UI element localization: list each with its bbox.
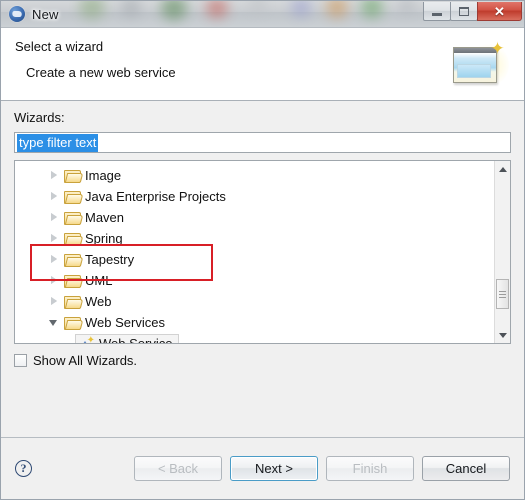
filter-input[interactable]: type filter text <box>14 132 511 153</box>
new-wizard-dialog: New ✕ Select a wizard Create a new web s… <box>0 0 525 500</box>
scroll-down-icon[interactable] <box>495 327 510 343</box>
tree-item-label: UML <box>85 273 113 288</box>
checkbox-box[interactable] <box>14 354 27 367</box>
chevron-right-icon[interactable] <box>49 191 60 202</box>
tree-item-selection: ✦ Web Service <box>75 334 180 343</box>
new-wizard-banner-icon: ✦ <box>449 39 511 91</box>
tree-item-spring[interactable]: Spring <box>15 228 494 249</box>
show-all-wizards-label: Show All Wizards. <box>33 353 138 368</box>
tree-item-label: Image <box>85 168 122 183</box>
window-controls: ✕ <box>423 2 522 21</box>
tree-item-label: Maven <box>85 210 125 225</box>
wizard-body: Wizards: type filter text Image Java Ent… <box>1 101 524 437</box>
sparkle-icon: ✦ <box>490 39 505 58</box>
tree-scrollbar[interactable] <box>494 161 510 343</box>
folder-icon <box>64 169 81 183</box>
tree-item-web[interactable]: Web <box>15 291 494 312</box>
chevron-down-icon[interactable] <box>49 317 60 328</box>
tree-item-uml[interactable]: UML <box>15 270 494 291</box>
maximize-icon <box>459 6 469 16</box>
title-bar: New ✕ <box>1 1 524 28</box>
tree-item-label: Web <box>85 294 112 309</box>
scrollbar-thumb[interactable] <box>496 279 509 309</box>
folder-icon <box>64 253 81 267</box>
show-all-wizards-checkbox[interactable]: Show All Wizards. <box>14 353 511 368</box>
tree-item-label: Java Enterprise Projects <box>85 189 226 204</box>
page-title: Select a wizard <box>15 39 104 54</box>
tree-item-image[interactable]: Image <box>15 165 494 186</box>
chevron-right-icon[interactable] <box>49 296 60 307</box>
minimize-button[interactable] <box>423 2 451 21</box>
tree-item-web-services[interactable]: Web Services <box>15 312 494 333</box>
filter-input-value: type filter text <box>17 133 99 152</box>
maximize-button[interactable] <box>450 2 478 21</box>
help-icon[interactable]: ? <box>15 460 32 477</box>
chevron-right-icon[interactable] <box>49 233 60 244</box>
folder-icon <box>64 295 81 309</box>
page-description: Create a new web service <box>26 65 176 80</box>
eclipse-icon <box>9 6 25 22</box>
dialog-button-bar: ? < Back Next > Finish Cancel <box>1 437 524 499</box>
wizard-tree-rows: Image Java Enterprise Projects Maven Spr… <box>15 161 494 343</box>
wizard-icon: ✦ <box>78 334 95 343</box>
back-button[interactable]: < Back <box>134 456 222 481</box>
chevron-right-icon[interactable] <box>49 275 60 286</box>
tree-item-java-enterprise-projects[interactable]: Java Enterprise Projects <box>15 186 494 207</box>
folder-icon <box>64 274 81 288</box>
chevron-right-icon[interactable] <box>49 170 60 181</box>
sparkle-icon: ✦ <box>86 334 95 343</box>
tree-item-label: Web Service <box>99 336 172 343</box>
tree-item-tapestry[interactable]: Tapestry <box>15 249 494 270</box>
tree-item-web-service[interactable]: ✦ Web Service <box>15 333 494 343</box>
dialog-buttons: < Back Next > Finish Cancel <box>134 456 510 481</box>
minimize-icon <box>432 12 442 16</box>
wizards-label: Wizards: <box>14 110 65 125</box>
cancel-button[interactable]: Cancel <box>422 456 510 481</box>
folder-icon <box>64 232 81 246</box>
folder-open-icon <box>64 316 81 330</box>
scroll-up-icon[interactable] <box>495 161 510 177</box>
tree-item-maven[interactable]: Maven <box>15 207 494 228</box>
chevron-right-icon[interactable] <box>49 212 60 223</box>
wizard-header: Select a wizard Create a new web service… <box>1 28 524 101</box>
wizard-tree[interactable]: Image Java Enterprise Projects Maven Spr… <box>14 160 511 344</box>
folder-icon <box>64 190 81 204</box>
scrollbar-grip-icon <box>499 289 506 300</box>
close-button[interactable]: ✕ <box>477 2 522 21</box>
finish-button[interactable]: Finish <box>326 456 414 481</box>
window-title: New <box>32 6 59 22</box>
folder-icon <box>64 211 81 225</box>
tree-item-label: Web Services <box>85 315 165 330</box>
close-icon: ✕ <box>494 3 505 19</box>
next-button[interactable]: Next > <box>230 456 318 481</box>
chevron-right-icon[interactable] <box>49 254 60 265</box>
tree-item-label: Tapestry <box>85 252 135 267</box>
tree-item-label: Spring <box>85 231 123 246</box>
